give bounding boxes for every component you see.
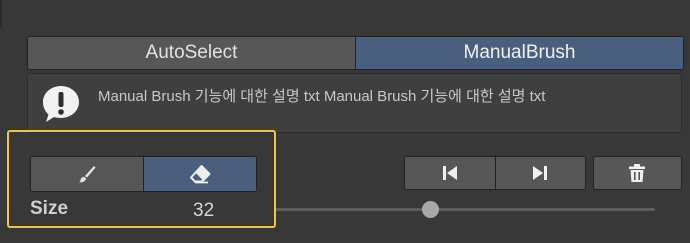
tab-autoselect[interactable]: AutoSelect xyxy=(28,37,356,69)
slider-track xyxy=(274,208,655,211)
previous-button[interactable] xyxy=(405,157,496,189)
step-buttons xyxy=(404,156,586,190)
skip-previous-icon xyxy=(442,166,457,180)
tab-manualbrush[interactable]: ManualBrush xyxy=(356,37,683,69)
trash-icon xyxy=(629,164,646,182)
help-box: Manual Brush 기능에 대한 설명 txt Manual Brush … xyxy=(27,73,682,133)
panel-edge xyxy=(0,0,2,28)
mode-toggle: AutoSelect ManualBrush xyxy=(27,36,684,70)
delete-button[interactable] xyxy=(592,156,682,190)
navigation-controls xyxy=(404,156,682,190)
slider-thumb[interactable] xyxy=(422,201,440,218)
next-button[interactable] xyxy=(495,157,585,189)
skip-next-icon xyxy=(533,166,548,180)
size-slider[interactable] xyxy=(274,200,655,220)
help-text: Manual Brush 기능에 대한 설명 txt Manual Brush … xyxy=(98,88,546,105)
exclamation-icon xyxy=(43,86,79,122)
highlight-box xyxy=(7,130,276,228)
